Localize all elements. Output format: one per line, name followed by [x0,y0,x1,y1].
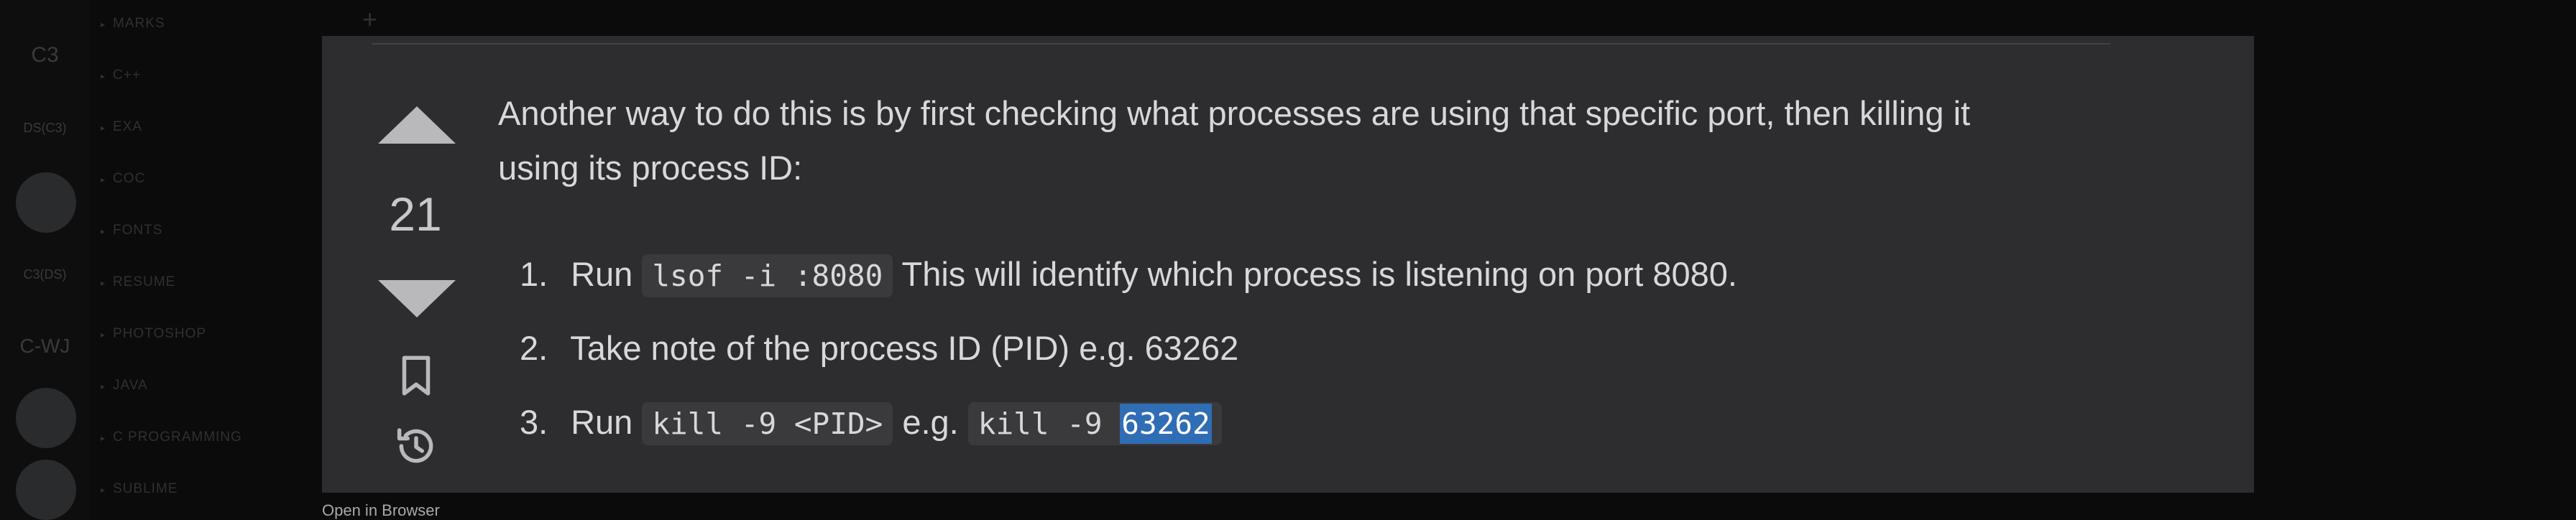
avatar[interactable] [16,388,76,448]
sidebar-item[interactable]: ▸ SUBLIME [101,481,178,497]
rail-item-ds-c3[interactable]: DS(C3) [0,121,90,136]
chevron-right-icon: ▸ [101,226,106,236]
sidebar-item[interactable]: ▸ C PROGRAMMING [101,430,242,445]
step-text: This will identify which process is list… [901,255,1737,293]
chevron-right-icon: ▸ [101,71,106,81]
vote-count: 21 [389,187,442,241]
chevron-right-icon: ▸ [101,485,106,495]
chevron-right-icon: ▸ [101,123,106,133]
steps-list: 1. Run lsof -i :8080 This will identify … [520,237,1737,459]
list-item: 3. Run kill -9 <PID> e.g. kill -9 63262 [520,385,1737,459]
sidebar-item[interactable]: ▸ EXA [101,119,142,135]
open-in-browser-link[interactable]: Open in Browser [322,501,440,520]
step-text: e.g. [902,403,959,441]
rail-item-c3-ds[interactable]: C3(DS) [0,267,90,282]
chevron-right-icon: ▸ [101,278,106,288]
answer-intro: Another way to do this is by first check… [498,94,1971,187]
code-text: kill -9 [978,407,1121,441]
sidebar-item[interactable]: ▸ MARKS [101,16,165,32]
triangle-down-icon[interactable] [378,280,456,317]
step-number: 1. [520,255,548,293]
bookmark-icon[interactable] [392,352,440,399]
chevron-right-icon: ▸ [101,381,106,391]
step-number: 3. [520,403,548,441]
list-item: 2. Take note of the process ID (PID) e.g… [520,311,1737,385]
triangle-up-icon[interactable] [378,106,456,144]
sidebar-item[interactable]: ▸ RESUME [101,274,175,290]
step-prefix: Run [571,403,633,441]
sidebar-item[interactable]: ▸ C++ [101,68,141,83]
vote-column: 21 [322,36,509,493]
avatar[interactable] [16,460,76,520]
answer-body: Another way to do this is by first check… [498,86,2151,445]
sidebar-item[interactable]: ▸ COC [101,171,145,187]
code-snippet: kill -9 63262 [967,402,1222,445]
answer-card: 21 Another way to do this is by first ch… [322,36,2254,493]
list-item: 1. Run lsof -i :8080 This will identify … [520,237,1737,311]
rail-item-c-wj[interactable]: C-WJ [0,335,90,358]
step-number: 2. [520,329,548,367]
avatar[interactable] [16,172,76,233]
code-snippet: kill -9 <PID> [642,402,893,445]
chevron-right-icon: ▸ [101,330,106,340]
history-icon[interactable] [392,422,440,470]
code-snippet: lsof -i :8080 [642,254,893,297]
chevron-right-icon: ▸ [101,175,106,185]
divider [372,43,2110,45]
chevron-right-icon: ▸ [101,19,106,29]
add-icon[interactable]: + [362,4,377,34]
rail-item-c3[interactable]: C3 [0,43,90,68]
sidebar-item[interactable]: ▸ JAVA [101,378,148,394]
step-text: Take note of the process ID (PID) e.g. 6… [570,329,1239,367]
step-prefix: Run [571,255,633,293]
chevron-right-icon: ▸ [101,433,106,443]
app-left-rail: C3 DS(C3) C3(DS) C-WJ [0,0,90,520]
selected-text: 63262 [1120,404,1212,444]
sidebar-item[interactable]: ▸ FONTS [101,223,162,238]
sidebar-item[interactable]: ▸ PHOTOSHOP [101,326,206,342]
